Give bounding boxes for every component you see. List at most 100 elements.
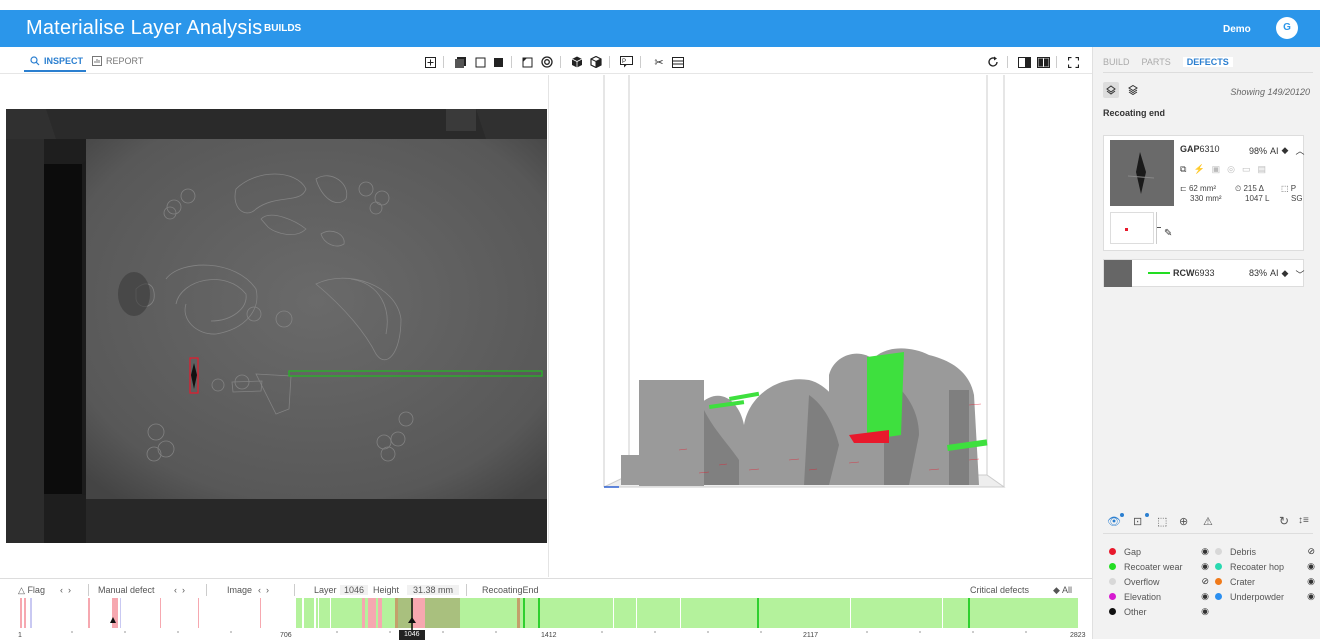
eye-icon[interactable]: ◉ bbox=[1201, 561, 1209, 572]
top-bar: Materialise Layer Analysis BUILDS Demo G bbox=[0, 10, 1320, 47]
layers-single-icon[interactable] bbox=[1103, 82, 1119, 98]
overlay-outline-icon[interactable] bbox=[473, 55, 487, 69]
overlay-filled-icon[interactable] bbox=[491, 55, 505, 69]
eye-icon[interactable]: ◉ bbox=[1201, 546, 1209, 557]
defect-actions: ⧉ ⚡ ▣ ◎ ▭ ▤ bbox=[1180, 164, 1266, 175]
tab-build[interactable]: BUILD bbox=[1103, 57, 1130, 67]
overlay-both-icon[interactable] bbox=[453, 55, 467, 69]
layers-multi-icon[interactable] bbox=[1125, 82, 1141, 98]
legend-color-dot bbox=[1215, 593, 1222, 600]
layer-input[interactable]: 1046 bbox=[340, 585, 369, 595]
avatar[interactable]: G bbox=[1276, 17, 1298, 39]
reset-view-icon[interactable] bbox=[986, 55, 1000, 69]
user-name[interactable]: Demo bbox=[1223, 24, 1251, 35]
defect-code: RCW bbox=[1173, 268, 1195, 278]
legend-item[interactable]: Elevation ◉ bbox=[1109, 591, 1209, 602]
flag-label: Flag bbox=[27, 585, 45, 595]
contour-icon[interactable] bbox=[540, 55, 554, 69]
legend-item[interactable]: Crater ◉ bbox=[1215, 576, 1315, 587]
image-prev-next[interactable]: ‹ › bbox=[258, 585, 269, 595]
defect-card-rcw[interactable]: RCW6933 83% AI ◆ ﹀ bbox=[1103, 259, 1304, 287]
cube-outline-icon[interactable] bbox=[589, 55, 603, 69]
active-tab-indicator bbox=[24, 70, 86, 72]
list-icon[interactable] bbox=[671, 55, 685, 69]
cube-solid-icon[interactable] bbox=[570, 55, 584, 69]
defect-location-map[interactable] bbox=[1110, 212, 1154, 244]
eye-icon[interactable]: 👁 bbox=[1107, 515, 1121, 528]
legend-label: Underpowder bbox=[1230, 591, 1285, 602]
legend-label: Overflow bbox=[1124, 576, 1160, 587]
divider bbox=[1103, 533, 1313, 534]
warning-icon[interactable]: ⚠ bbox=[1203, 515, 1213, 528]
eye-icon[interactable]: ◉ bbox=[1307, 591, 1315, 602]
area-value-1: 62 mm² bbox=[1188, 184, 1217, 193]
eye-icon[interactable]: ◉ bbox=[1201, 591, 1209, 602]
selection-icon[interactable]: ⬚ bbox=[1157, 515, 1167, 528]
crosshair-icon[interactable]: ⊕ bbox=[1179, 515, 1188, 528]
fullscreen-icon[interactable] bbox=[1066, 55, 1080, 69]
legend-label: Recoater wear bbox=[1124, 561, 1183, 572]
split-view-icon[interactable] bbox=[1036, 55, 1050, 69]
defect-number: 6933 bbox=[1194, 268, 1215, 278]
view-toolbar: INSPECT REPORT P ✂ bbox=[0, 50, 1092, 74]
tab-parts[interactable]: PARTS bbox=[1142, 57, 1171, 67]
legend-item[interactable]: Overflow ⊘ bbox=[1109, 576, 1209, 587]
all-toggle[interactable]: ◆ All bbox=[1053, 585, 1072, 596]
layer-image-icon[interactable] bbox=[520, 55, 534, 69]
image-label: Image bbox=[227, 585, 253, 595]
divider bbox=[206, 584, 207, 596]
defect-code: GAP bbox=[1180, 144, 1200, 154]
flash-icon[interactable]: ⚡ bbox=[1193, 164, 1204, 175]
divider bbox=[1103, 72, 1313, 73]
tab-inspect[interactable]: INSPECT bbox=[30, 56, 83, 66]
eye-off-icon[interactable]: ⊘ bbox=[1201, 576, 1209, 587]
legend-item[interactable]: Recoater wear ◉ bbox=[1109, 561, 1209, 572]
nav-builds[interactable]: BUILDS bbox=[264, 23, 301, 34]
legend-label: Elevation bbox=[1124, 591, 1162, 602]
annotation-icon[interactable]: P bbox=[619, 55, 633, 69]
app-title[interactable]: Materialise Layer Analysis bbox=[26, 17, 262, 40]
manual-defect-prev-next[interactable]: ‹ › bbox=[174, 585, 185, 595]
3d-viewer[interactable] bbox=[549, 75, 1092, 577]
eye-icon[interactable]: ◉ bbox=[1307, 561, 1315, 572]
tag-sg: SG bbox=[1291, 194, 1303, 203]
legend-item[interactable]: Other ◉ bbox=[1109, 606, 1209, 617]
chevron-up-icon[interactable]: ︿ bbox=[1295, 144, 1304, 157]
defect-tags: ⬚ P SG bbox=[1281, 184, 1303, 204]
refresh-icon[interactable]: ↻ bbox=[1279, 514, 1289, 528]
defect-card-gap[interactable]: GAP6310 98% AI ◆ ︿ ⧉ ⚡ ▣ ◎ ▭ ▤ ⊏ 62 mm² … bbox=[1103, 135, 1304, 251]
flag-prev-next[interactable]: ‹ › bbox=[60, 585, 71, 595]
flag-filter[interactable]: △ Flag bbox=[18, 585, 45, 596]
scissors-icon[interactable]: ✂ bbox=[652, 55, 666, 69]
legend-color-dot bbox=[1109, 548, 1116, 555]
eye-icon[interactable]: ◉ bbox=[1201, 606, 1209, 617]
legend-item[interactable]: Debris ⊘ bbox=[1215, 546, 1315, 557]
layer-box-icon[interactable]: ⊡ bbox=[1133, 515, 1142, 528]
tick-label: 706 bbox=[280, 632, 292, 639]
legend-item[interactable]: Underpowder ◉ bbox=[1215, 591, 1315, 602]
legend-color-dot bbox=[1215, 548, 1222, 555]
height-input[interactable]: 31.38 mm bbox=[407, 585, 460, 595]
layers-action-icon[interactable]: ⧉ bbox=[1180, 164, 1186, 175]
sort-icon[interactable]: ↕≡ bbox=[1298, 515, 1309, 526]
layer-image-viewer[interactable] bbox=[6, 109, 547, 543]
legend-label: Gap bbox=[1124, 546, 1142, 557]
legend-item[interactable]: Recoater hop ◉ bbox=[1215, 561, 1315, 572]
tick-label: 2117 bbox=[803, 632, 819, 639]
defect-number: 6310 bbox=[1199, 144, 1220, 154]
eye-off-icon[interactable]: ⊘ bbox=[1307, 546, 1315, 557]
tab-report[interactable]: REPORT bbox=[92, 56, 143, 66]
target-icon[interactable]: ◎ bbox=[1227, 164, 1235, 175]
single-view-icon[interactable] bbox=[1017, 55, 1031, 69]
eye-icon[interactable]: ◉ bbox=[1307, 576, 1315, 587]
tab-defects[interactable]: DEFECTS bbox=[1182, 57, 1233, 67]
critical-diamond-icon: ◆ bbox=[1281, 268, 1289, 278]
grid-icon[interactable]: ▣ bbox=[1212, 164, 1221, 175]
legend-item[interactable]: Gap ◉ bbox=[1109, 546, 1209, 557]
film-icon[interactable]: ▭ bbox=[1242, 164, 1251, 175]
zoom-fit-icon[interactable] bbox=[423, 55, 437, 69]
chevron-down-icon[interactable]: ﹀ bbox=[1295, 268, 1304, 281]
defect-confidence: 83% AI ◆ ﹀ bbox=[1249, 268, 1304, 281]
pencil-icon[interactable]: ✎ bbox=[1164, 228, 1172, 239]
image-icon[interactable]: ▤ bbox=[1258, 164, 1267, 175]
